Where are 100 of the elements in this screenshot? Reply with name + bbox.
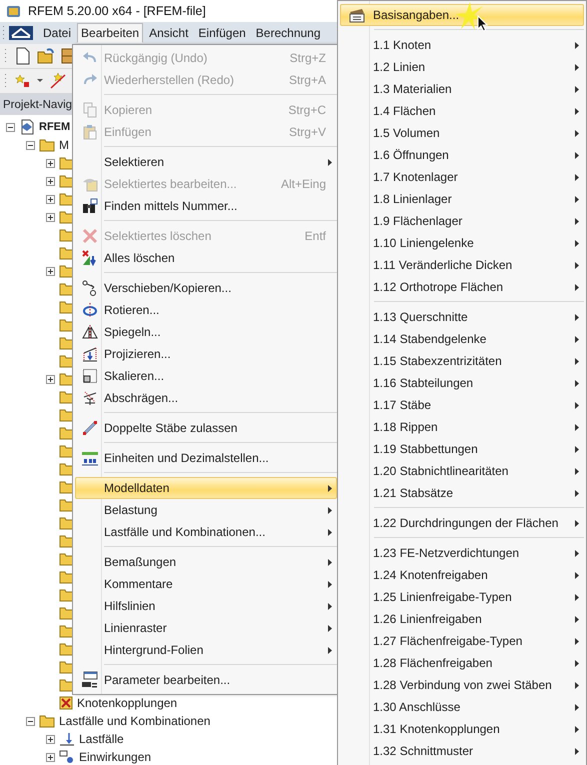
menu-item[interactable]: 1.11 Veränderliche Dicken <box>340 254 584 276</box>
menu-item[interactable]: Hintergrund-Folien <box>75 639 337 661</box>
tree-item[interactable]: Knotenkopplungen <box>77 696 178 710</box>
submenu-arrow-icon <box>575 64 579 71</box>
menu-item[interactable]: Alles löschen <box>75 247 337 269</box>
menu-item[interactable]: 1.6 Öffnungen <box>340 144 584 166</box>
menu-item[interactable]: Projizieren... <box>75 343 337 365</box>
submenu-arrow-icon <box>575 336 579 343</box>
tree-item[interactable]: Lastfälle <box>79 732 124 746</box>
binoculars-icon <box>82 198 98 214</box>
menu-item[interactable]: Einfügen <box>194 23 250 43</box>
menu-item[interactable]: Einheiten und Dezimalstellen... <box>75 447 337 469</box>
expand-icon[interactable] <box>46 212 55 222</box>
menu-item[interactable]: Kommentare <box>75 573 337 595</box>
caret-icon[interactable] <box>37 79 43 83</box>
submenu-arrow-icon <box>575 468 579 475</box>
menu-item[interactable]: 1.13 Querschnitte <box>340 306 584 328</box>
menu-item[interactable]: 1.32 Schnittmuster <box>340 740 584 762</box>
document-logo-icon[interactable] <box>9 26 33 40</box>
rotate-icon <box>82 302 98 318</box>
menu-item[interactable]: Bearbeiten <box>77 23 144 43</box>
new-document-icon[interactable] <box>15 47 31 65</box>
menu-item[interactable]: 1.4 Flächen <box>340 100 584 122</box>
menu-item[interactable]: 1.12 Orthotrope Flächen <box>340 276 584 298</box>
collapse-icon[interactable] <box>6 122 15 132</box>
menu-item[interactable]: Linienraster <box>75 617 337 639</box>
menu-item[interactable]: 1.19 Stabbettungen <box>340 438 584 460</box>
clipboard-icon <box>82 124 98 140</box>
menu-item[interactable]: 1.25 Linienfreigabe-Typen <box>340 586 584 608</box>
menu-item[interactable]: 1.31 Knotenkopplungen <box>340 718 584 740</box>
menu-item[interactable]: 1.9 Flächenlager <box>340 210 584 232</box>
menu-item[interactable]: Spiegeln... <box>75 321 337 343</box>
submenu-arrow-icon <box>575 152 579 159</box>
expand-icon[interactable] <box>46 158 55 168</box>
expand-icon[interactable] <box>46 752 55 762</box>
menu-item[interactable]: 1.15 Stabexzentrizitäten <box>340 350 584 372</box>
menu-item[interactable]: 1.2 Linien <box>340 56 584 78</box>
menu-item[interactable]: 1.23 FE-Netzverdichtungen <box>340 542 584 564</box>
menu-item[interactable]: Hilfslinien <box>75 595 337 617</box>
submenu-arrow-icon <box>575 380 579 387</box>
tree-item[interactable]: RFEM <box>39 121 70 133</box>
menu-item[interactable]: Verschieben/Kopieren... <box>75 277 337 299</box>
menu-item[interactable]: 1.8 Linienlager <box>340 188 584 210</box>
menu-item[interactable]: 1.27 Flächenfreigabe-Typen <box>340 630 584 652</box>
menu-item[interactable]: 1.10 Liniengelenke <box>340 232 584 254</box>
menu-item[interactable]: Belastung <box>75 499 337 521</box>
star-line-icon[interactable] <box>49 72 67 90</box>
submenu-arrow-icon <box>575 196 579 203</box>
menu-item[interactable]: Skalieren... <box>75 365 337 387</box>
app-logo-icon <box>6 3 22 19</box>
menu-item[interactable]: Rotieren... <box>75 299 337 321</box>
menu-item[interactable]: Bemaßungen <box>75 551 337 573</box>
menu-item[interactable]: Ansicht <box>145 23 192 43</box>
menu-item[interactable]: 1.30 Anschlüsse <box>340 696 584 718</box>
menu-item[interactable]: 1.28 Verbindung von zwei Stäben <box>340 674 584 696</box>
expand-icon[interactable] <box>46 374 55 384</box>
mouse-pointer-icon <box>477 15 488 32</box>
expand-icon[interactable] <box>46 194 55 204</box>
submenu-arrow-icon <box>328 529 332 536</box>
menu-item[interactable]: 1.16 Stabteilungen <box>340 372 584 394</box>
collapse-icon[interactable] <box>26 140 35 150</box>
open-folder-icon[interactable] <box>37 48 55 64</box>
menu-item[interactable]: 1.7 Knotenlager <box>340 166 584 188</box>
menu-item[interactable]: 1.21 Stabsätze <box>340 482 584 504</box>
menu-item[interactable]: 1.18 Rippen <box>340 416 584 438</box>
menu-item[interactable]: 1.22 Durchdringungen der Flächen <box>340 512 584 534</box>
submenu-arrow-icon <box>575 704 579 711</box>
menu-item[interactable]: 1.24 Knotenfreigaben <box>340 564 584 586</box>
submenu-arrow-icon <box>575 572 579 579</box>
tree-item[interactable]: M <box>59 138 69 152</box>
load-arrow-icon <box>59 731 75 747</box>
expand-icon[interactable] <box>46 176 55 186</box>
menu-item[interactable]: Abschrägen... <box>75 387 337 409</box>
tree-item[interactable]: Lastfälle und Kombinationen <box>59 714 210 728</box>
hand-document-icon <box>82 176 98 192</box>
tree-item[interactable]: Einwirkungen <box>79 750 152 764</box>
menu-item[interactable]: Selektieren <box>75 151 337 173</box>
menu-item[interactable]: 1.5 Volumen <box>340 122 584 144</box>
menu-item[interactable]: 1.20 Stabnichtlinearitäten <box>340 460 584 482</box>
menu-item[interactable]: Doppelte Stäbe zulassen <box>75 417 337 439</box>
menu-item[interactable]: 1.3 Materialien <box>340 78 584 100</box>
expand-icon[interactable] <box>46 734 55 744</box>
model-file-icon <box>19 119 35 135</box>
menu-item[interactable]: Lastfälle und Kombinationen... <box>75 521 337 543</box>
menu-item[interactable]: 1.26 Linienfreigaben <box>340 608 584 630</box>
menu-item[interactable]: Berechnung <box>252 23 325 43</box>
menu-item[interactable]: Finden mittels Nummer... <box>75 195 337 217</box>
star-node-icon[interactable] <box>15 73 31 89</box>
collapse-icon[interactable] <box>26 716 35 726</box>
menu-item[interactable]: 1.1 Knoten <box>340 34 584 56</box>
submenu-arrow-icon <box>328 581 332 588</box>
menu-item[interactable]: 1.17 Stäbe <box>340 394 584 416</box>
menu-item[interactable]: Modelldaten <box>75 477 337 499</box>
menu-item[interactable]: Basisangaben... <box>340 4 584 26</box>
submenu-arrow-icon <box>575 682 579 689</box>
menu-item[interactable]: 1.14 Stabendgelenke <box>340 328 584 350</box>
menu-item[interactable]: 1.28 Flächenfreigaben <box>340 652 584 674</box>
menu-item[interactable]: Datei <box>39 23 76 43</box>
menu-item[interactable]: Parameter bearbeiten... <box>75 669 337 691</box>
expand-icon[interactable] <box>46 266 55 276</box>
